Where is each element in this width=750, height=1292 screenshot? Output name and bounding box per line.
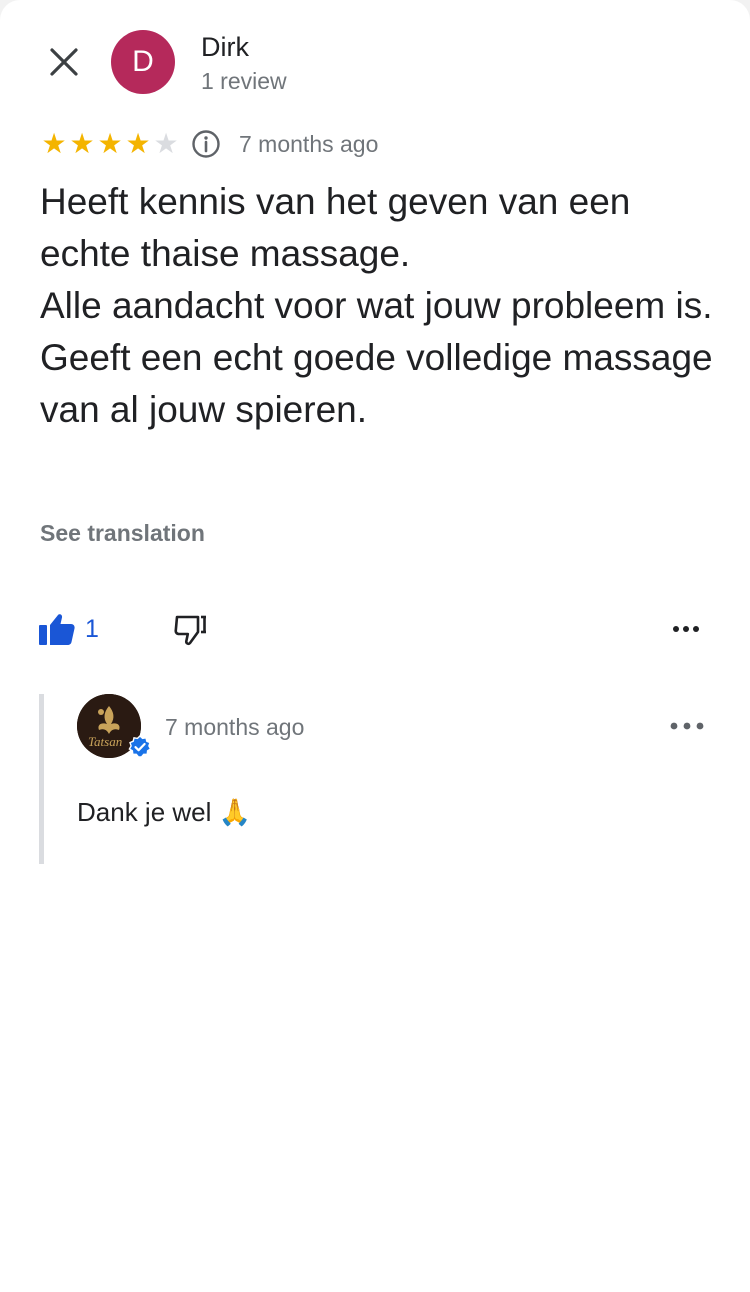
more-horizontal-icon bbox=[673, 626, 699, 632]
rating-row: ★ ★ ★ ★ ★ 7 months ago bbox=[40, 126, 378, 162]
author-initial: D bbox=[132, 45, 154, 78]
verified-check-icon bbox=[128, 735, 152, 758]
star-filled-icon: ★ bbox=[97, 128, 123, 159]
thumbs-down-icon bbox=[174, 615, 206, 646]
review-line: Geeft een echt goede volledige massage v… bbox=[40, 337, 713, 430]
author-review-count: 1 review bbox=[201, 68, 287, 94]
like-button[interactable]: 1 bbox=[38, 609, 99, 649]
info-icon[interactable] bbox=[191, 129, 221, 159]
logo-wordmark: Tatsan bbox=[88, 734, 122, 749]
like-count: 1 bbox=[85, 614, 99, 643]
star-filled-icon: ★ bbox=[125, 128, 151, 159]
author-name[interactable]: Dirk bbox=[201, 32, 249, 63]
reply-more-button[interactable] bbox=[667, 710, 707, 742]
review-more-button[interactable] bbox=[668, 613, 704, 645]
see-translation-link[interactable]: See translation bbox=[40, 520, 205, 547]
thumbs-up-icon bbox=[39, 614, 75, 645]
star-empty-icon: ★ bbox=[153, 128, 179, 159]
star-filled-icon: ★ bbox=[69, 128, 95, 159]
more-horizontal-icon bbox=[670, 722, 704, 730]
reply-time: 7 months ago bbox=[165, 714, 305, 740]
review-text: Heeft kennis van het geven van een echte… bbox=[40, 176, 720, 436]
review-line: Heeft kennis van het geven van een echte… bbox=[40, 181, 631, 274]
close-button[interactable] bbox=[38, 36, 90, 88]
star-rating: ★ ★ ★ ★ ★ bbox=[40, 130, 180, 158]
author-avatar[interactable]: D bbox=[111, 30, 175, 94]
owner-reply: Tatsan 7 months ago Dank je wel 🙏 bbox=[39, 694, 734, 864]
dislike-button[interactable] bbox=[172, 611, 210, 649]
close-icon bbox=[50, 48, 78, 76]
review-sheet: D Dirk 1 review ★ ★ ★ ★ ★ 7 months ago Heeft… bbox=[0, 0, 750, 1292]
review-time: 7 months ago bbox=[239, 130, 379, 157]
review-line: Alle aandacht voor wat jouw probleem is. bbox=[40, 285, 713, 326]
star-filled-icon: ★ bbox=[41, 128, 67, 159]
reply-text: Dank je wel 🙏 bbox=[77, 797, 251, 827]
